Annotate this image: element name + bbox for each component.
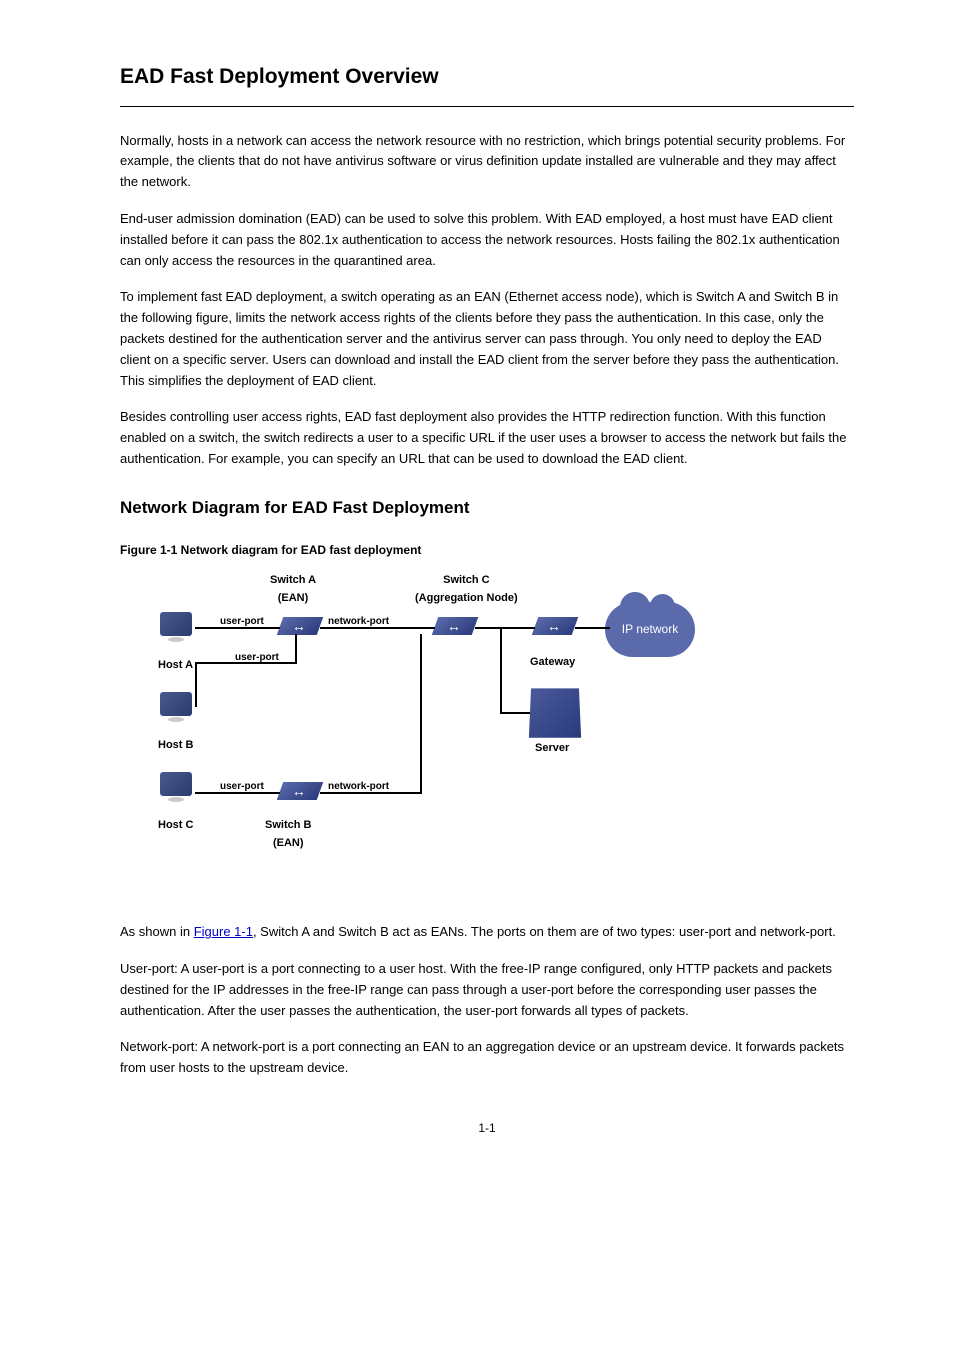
- page-number: 1-1: [120, 1119, 854, 1138]
- intro-paragraph-2: End-user admission domination (EAD) can …: [120, 209, 854, 271]
- diagram-description: As shown in Figure 1-1, Switch A and Swi…: [120, 922, 854, 943]
- gateway-label: Gateway: [530, 654, 575, 672]
- switch-a-icon: [280, 617, 320, 643]
- switch-b-icon: [280, 782, 320, 808]
- switch-a-label: Switch A(EAN): [270, 572, 316, 607]
- switch-b-label: Switch B(EAN): [265, 817, 311, 852]
- bullet-network-port: Network-port: A network-port is a port c…: [120, 1037, 854, 1079]
- host-a-label: Host A: [158, 657, 193, 675]
- host-b-icon: [160, 692, 196, 728]
- figure-caption: Figure 1-1 Network diagram for EAD fast …: [120, 541, 854, 560]
- figure-container: Figure 1-1 Network diagram for EAD fast …: [120, 541, 854, 902]
- gateway-icon: [535, 617, 575, 643]
- bullet-user-port: User-port: A user-port is a port connect…: [120, 959, 854, 1021]
- title-divider: [120, 106, 854, 107]
- intro-paragraph-3: To implement fast EAD deployment, a swit…: [120, 287, 854, 391]
- host-b-label: Host B: [158, 737, 193, 755]
- page-title: EAD Fast Deployment Overview: [120, 60, 854, 94]
- switch-c-icon: [435, 617, 475, 643]
- cloud-icon: IP network: [605, 602, 695, 657]
- switch-c-label: Switch C(Aggregation Node): [415, 572, 518, 607]
- host-c-icon: [160, 772, 196, 808]
- host-a-icon: [160, 612, 196, 648]
- server-icon: [529, 689, 581, 738]
- section-heading: Network Diagram for EAD Fast Deployment: [120, 494, 854, 521]
- intro-paragraph-4: Besides controlling user access rights, …: [120, 407, 854, 469]
- intro-paragraph-1: Normally, hosts in a network can access …: [120, 131, 854, 193]
- host-c-label: Host C: [158, 817, 193, 835]
- figure-link[interactable]: Figure 1-1: [194, 924, 253, 939]
- server-label: Server: [535, 740, 569, 758]
- network-diagram: Switch A(EAN) Switch C(Aggregation Node)…: [140, 572, 740, 902]
